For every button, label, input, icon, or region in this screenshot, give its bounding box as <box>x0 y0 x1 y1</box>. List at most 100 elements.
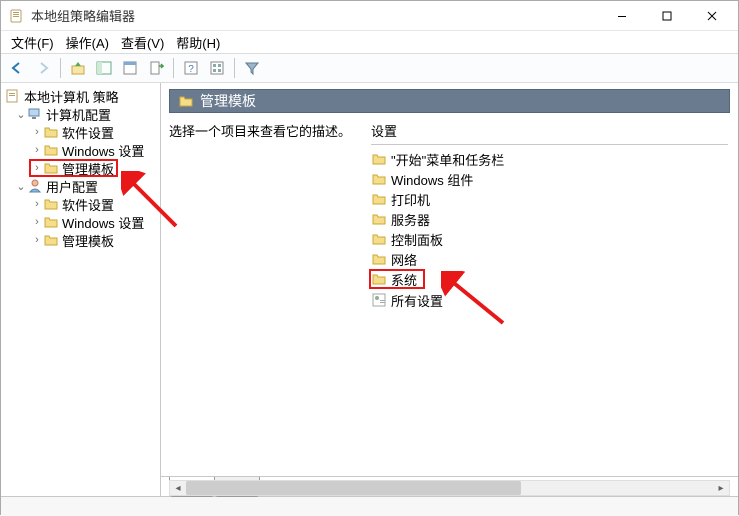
item-label: "开始"菜单和任务栏 <box>391 150 504 169</box>
close-button[interactable] <box>689 2 734 30</box>
expand-icon[interactable]: › <box>31 162 43 174</box>
folder-icon <box>43 232 59 248</box>
tree-root-label: 本地计算机 策略 <box>24 87 119 106</box>
tree-computer-config[interactable]: ⌄ 计算机配置 <box>1 105 160 123</box>
details-body: 选择一个项目来查看它的描述。 设置 "开始"菜单和任务栏 Windows 组件 … <box>161 117 738 460</box>
folder-icon <box>43 196 59 212</box>
svg-text:?: ? <box>188 64 194 75</box>
up-button[interactable] <box>66 56 90 80</box>
column-underline <box>371 144 728 145</box>
tree-admin-templates[interactable]: › 管理模板 <box>29 159 118 177</box>
item-label: 打印机 <box>391 190 430 209</box>
help-button[interactable]: ? <box>179 56 203 80</box>
list-item-all-settings[interactable]: 所有设置 <box>369 290 730 310</box>
filter-button[interactable] <box>240 56 264 80</box>
list-item-windows-components[interactable]: Windows 组件 <box>369 169 730 189</box>
toolbar-separator <box>234 58 235 78</box>
expand-icon[interactable]: ⌄ <box>15 180 27 193</box>
item-label: 控制面板 <box>391 230 443 249</box>
expand-icon[interactable]: › <box>31 198 43 210</box>
description-column: 选择一个项目来查看它的描述。 <box>169 117 369 456</box>
tree-windows-settings[interactable]: › Windows 设置 <box>1 141 160 159</box>
scroll-thumb[interactable] <box>186 481 521 495</box>
tree-pane[interactable]: 本地计算机 策略 ⌄ 计算机配置 › 软件设置 › Windows 设置 › 管… <box>1 83 161 496</box>
tree-label: Windows 设置 <box>62 141 144 160</box>
list-item-servers[interactable]: 服务器 <box>369 209 730 229</box>
folder-icon <box>371 231 387 247</box>
menu-view[interactable]: 查看(V) <box>115 31 170 54</box>
refresh-button[interactable] <box>205 56 229 80</box>
details-pane: 管理模板 选择一个项目来查看它的描述。 设置 "开始"菜单和任务栏 Window… <box>161 83 738 496</box>
item-label: Windows 组件 <box>391 170 473 189</box>
folder-icon <box>43 160 59 176</box>
expand-icon[interactable]: › <box>31 144 43 156</box>
tree-root[interactable]: 本地计算机 策略 <box>1 87 160 105</box>
settings-list-icon <box>371 292 387 308</box>
details-header-label: 管理模板 <box>200 91 256 111</box>
settings-list: 设置 "开始"菜单和任务栏 Windows 组件 打印机 服务器 <box>369 117 730 456</box>
tree-software-settings-user[interactable]: › 软件设置 <box>1 195 160 213</box>
show-hide-tree-button[interactable] <box>92 56 116 80</box>
list-item-network[interactable]: 网络 <box>369 249 730 269</box>
description-text: 选择一个项目来查看它的描述。 <box>169 124 351 139</box>
menu-help[interactable]: 帮助(H) <box>170 31 226 54</box>
tree-user-config[interactable]: ⌄ 用户配置 <box>1 177 160 195</box>
titlebar: 本地组策略编辑器 <box>1 1 738 31</box>
export-button[interactable] <box>144 56 168 80</box>
tree-admin-templates-user[interactable]: › 管理模板 <box>1 231 160 249</box>
back-button[interactable] <box>5 56 29 80</box>
tree-label: 管理模板 <box>62 159 114 178</box>
tree-label: Windows 设置 <box>62 213 144 232</box>
details-header: 管理模板 <box>169 89 730 113</box>
settings-column-header[interactable]: 设置 <box>369 117 730 146</box>
computer-icon <box>27 106 43 122</box>
expand-icon[interactable]: › <box>31 234 43 246</box>
folder-icon <box>371 271 387 287</box>
tree-label: 软件设置 <box>62 123 114 142</box>
tree-label: 计算机配置 <box>46 105 111 124</box>
content-area: 本地计算机 策略 ⌄ 计算机配置 › 软件设置 › Windows 设置 › 管… <box>1 83 738 496</box>
menu-file[interactable]: 文件(F) <box>5 31 60 54</box>
folder-icon <box>371 211 387 227</box>
menubar: 文件(F) 操作(A) 查看(V) 帮助(H) <box>1 31 738 53</box>
toolbar-separator <box>173 58 174 78</box>
user-icon <box>27 178 43 194</box>
toolbar-separator <box>60 58 61 78</box>
horizontal-scrollbar[interactable]: ◂ ▸ <box>169 480 730 496</box>
item-label: 所有设置 <box>391 291 443 310</box>
scroll-left-button[interactable]: ◂ <box>170 481 186 495</box>
folder-icon <box>371 191 387 207</box>
folder-icon <box>371 151 387 167</box>
list-item-start-taskbar[interactable]: "开始"菜单和任务栏 <box>369 149 730 169</box>
folder-icon <box>43 142 59 158</box>
window-title: 本地组策略编辑器 <box>31 6 599 25</box>
tree-label: 软件设置 <box>62 195 114 214</box>
minimize-button[interactable] <box>599 2 644 30</box>
item-label: 服务器 <box>391 210 430 229</box>
item-label: 网络 <box>391 250 417 269</box>
policy-icon <box>5 88 21 104</box>
item-label: 系统 <box>391 270 417 289</box>
list-item-printers[interactable]: 打印机 <box>369 189 730 209</box>
app-icon <box>9 8 25 24</box>
menu-action[interactable]: 操作(A) <box>60 31 115 54</box>
forward-button[interactable] <box>31 56 55 80</box>
tree-software-settings[interactable]: › 软件设置 <box>1 123 160 141</box>
folder-icon <box>371 251 387 267</box>
scroll-right-button[interactable]: ▸ <box>713 481 729 495</box>
tree-label: 管理模板 <box>62 231 114 250</box>
maximize-button[interactable] <box>644 2 689 30</box>
expand-icon[interactable]: › <box>31 126 43 138</box>
list-item-control-panel[interactable]: 控制面板 <box>369 229 730 249</box>
toolbar: ? <box>1 53 738 83</box>
statusbar <box>1 496 738 516</box>
expand-icon[interactable]: › <box>31 216 43 228</box>
tree-windows-settings-user[interactable]: › Windows 设置 <box>1 213 160 231</box>
folder-icon <box>43 214 59 230</box>
expand-icon[interactable]: ⌄ <box>15 108 27 121</box>
list-item-system[interactable]: 系统 <box>369 269 425 289</box>
properties-button[interactable] <box>118 56 142 80</box>
folder-icon <box>43 124 59 140</box>
folder-icon <box>178 93 194 109</box>
folder-icon <box>371 171 387 187</box>
